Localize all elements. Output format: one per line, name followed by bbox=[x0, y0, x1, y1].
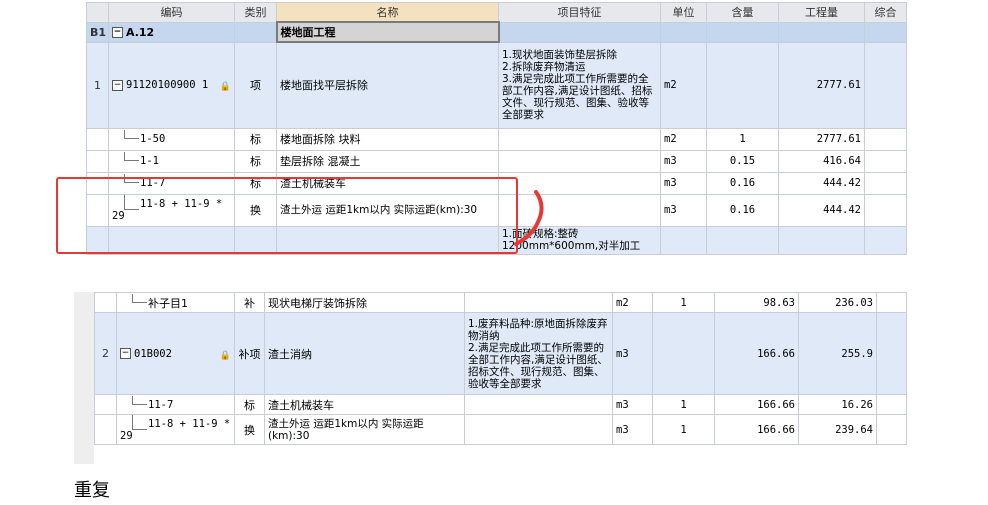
header-name[interactable]: 名称 bbox=[276, 2, 499, 23]
caption-text: 重复 bbox=[74, 480, 110, 501]
sub-type[interactable]: 补 bbox=[234, 292, 265, 313]
sub-qty[interactable]: 416.64 bbox=[778, 149, 865, 173]
item-type-cell[interactable]: 项 bbox=[234, 41, 277, 129]
item-name-cell[interactable]: 楼地面找平层拆除 bbox=[276, 41, 499, 129]
sub-row[interactable]: 1-1 标 垫层拆除 混凝土 m3 0.15 416.64 bbox=[86, 149, 907, 173]
annotation-stroke bbox=[514, 190, 544, 246]
sub-unit[interactable]: m3 bbox=[660, 171, 707, 195]
sub-unit[interactable]: m3 bbox=[660, 149, 707, 173]
sub-code[interactable]: 补子目1 bbox=[120, 297, 188, 310]
sub-content[interactable]: 1 bbox=[652, 414, 715, 445]
lock-icon: 🔒 bbox=[219, 350, 231, 361]
header-code[interactable]: 编码 bbox=[108, 2, 235, 23]
sub-qty[interactable]: 166.66 bbox=[714, 414, 799, 445]
sub-type[interactable]: 标 bbox=[234, 149, 277, 173]
item-name-cell[interactable]: 渣土消纳 bbox=[264, 312, 465, 395]
sub-qty[interactable]: 166.66 bbox=[714, 394, 799, 415]
sub-content[interactable]: 0.16 bbox=[706, 171, 779, 195]
group-name-cell[interactable]: 楼地面工程 bbox=[275, 21, 500, 43]
item-unit-cell[interactable]: m3 bbox=[612, 312, 653, 395]
bottom-grid: 补子目1 补 现状电梯厅装饰拆除 m2 1 98.63 236.03 2 🔒 −… bbox=[94, 292, 907, 445]
sub-name[interactable]: 现状电梯厅装饰拆除 bbox=[264, 292, 465, 313]
item-qty-cell[interactable]: 2777.61 bbox=[778, 41, 865, 129]
item-qty-cell[interactable]: 166.66 bbox=[714, 312, 799, 395]
sub-unit[interactable]: m3 bbox=[612, 414, 653, 445]
sub-unit[interactable]: m3 bbox=[660, 193, 707, 227]
collapse-icon[interactable]: − bbox=[112, 27, 123, 38]
sub-content[interactable]: 0.16 bbox=[706, 193, 779, 227]
sub-content[interactable]: 0.15 bbox=[706, 149, 779, 173]
sub-row[interactable]: 11-7 标 渣土机械装车 m3 1 166.66 16.26 bbox=[94, 394, 907, 415]
collapse-icon[interactable]: − bbox=[120, 348, 131, 359]
sub-unit[interactable]: m3 bbox=[612, 394, 653, 415]
highlight-box bbox=[56, 177, 518, 254]
sub-content[interactable]: 1 bbox=[706, 127, 779, 151]
sub-code[interactable]: 11-8 + 11-9 * 29 bbox=[120, 418, 230, 442]
item-feature-cell[interactable]: 1.废弃料品种:原地面拆除废弃物消纳 2.满足完成此项工作所需要的全部工作内容,… bbox=[464, 312, 613, 395]
sub-qty[interactable]: 98.63 bbox=[714, 292, 799, 313]
sub-row[interactable]: 1-50 标 楼地面拆除 块料 m2 1 2777.61 bbox=[86, 127, 907, 151]
sub-total[interactable]: 236.03 bbox=[798, 292, 877, 313]
collapse-icon[interactable]: − bbox=[112, 79, 123, 91]
sub-row[interactable]: 补子目1 补 现状电梯厅装饰拆除 m2 1 98.63 236.03 bbox=[94, 292, 907, 313]
item-feature-cell[interactable]: 1.现状地面装饰垫层拆除 2.拆除废弃物清运 3.满足完成此项工作所需要的全部工… bbox=[498, 41, 661, 129]
sub-qty[interactable]: 2777.61 bbox=[778, 127, 865, 151]
sub-qty[interactable]: 444.42 bbox=[778, 193, 865, 227]
sub-code[interactable]: 1-50 bbox=[112, 133, 165, 145]
item-total-cell[interactable]: 255.9 bbox=[798, 312, 877, 395]
header-feature[interactable]: 项目特征 bbox=[498, 2, 661, 23]
sub-code[interactable]: 1-1 bbox=[112, 155, 159, 167]
item-row-2[interactable]: 2 🔒 −01B002 补项 渣土消纳 1.废弃料品种:原地面拆除废弃物消纳 2… bbox=[94, 312, 907, 395]
sub-name[interactable]: 渣土机械装车 bbox=[264, 394, 465, 415]
sub-total[interactable]: 239.64 bbox=[798, 414, 877, 445]
item-code-cell[interactable]: 🔒 −91120100900 1 bbox=[108, 41, 235, 129]
row-number: B1 bbox=[86, 21, 109, 43]
sub-name[interactable]: 楼地面拆除 块料 bbox=[276, 127, 499, 151]
header-unit[interactable]: 单位 bbox=[660, 2, 707, 23]
group-code-cell[interactable]: − A.12 bbox=[108, 21, 235, 43]
sub-unit[interactable]: m2 bbox=[612, 292, 653, 313]
sub-code[interactable]: 11-7 bbox=[120, 399, 173, 411]
item-row-1[interactable]: 1 🔒 −91120100900 1 项 楼地面找平层拆除 1.现状地面装饰垫层… bbox=[86, 41, 907, 129]
sub-type[interactable]: 标 bbox=[234, 127, 277, 151]
row-number: 1 bbox=[86, 41, 109, 129]
sub-type[interactable]: 标 bbox=[234, 394, 265, 415]
sub-content[interactable]: 1 bbox=[652, 394, 715, 415]
header-content[interactable]: 含量 bbox=[706, 2, 779, 23]
item-unit-cell[interactable]: m2 bbox=[660, 41, 707, 129]
sub-name[interactable]: 垫层拆除 混凝土 bbox=[276, 149, 499, 173]
sub-type[interactable]: 换 bbox=[234, 414, 265, 445]
item-type-cell[interactable]: 补项 bbox=[234, 312, 265, 395]
sub-total[interactable]: 16.26 bbox=[798, 394, 877, 415]
header-total[interactable]: 综合 bbox=[864, 2, 907, 23]
header-row: 编码 类别 名称 项目特征 单位 含量 工程量 综合 bbox=[86, 2, 907, 23]
lock-icon: 🔒 bbox=[219, 82, 231, 92]
group-row-b1[interactable]: B1 − A.12 楼地面工程 bbox=[86, 21, 907, 43]
grid-margin bbox=[74, 292, 94, 464]
sub-unit[interactable]: m2 bbox=[660, 127, 707, 151]
row-number: 2 bbox=[94, 312, 117, 395]
sub-content[interactable]: 1 bbox=[652, 292, 715, 313]
sub-row[interactable]: 11-8 + 11-9 * 29 换 渣土外运 运距1km以内 实际运距(km)… bbox=[94, 414, 907, 445]
sub-qty[interactable]: 444.42 bbox=[778, 171, 865, 195]
sub-name[interactable]: 渣土外运 运距1km以内 实际运距(km):30 bbox=[264, 414, 465, 445]
item-code-cell[interactable]: 🔒 −01B002 bbox=[116, 312, 235, 395]
header-qty[interactable]: 工程量 bbox=[778, 2, 865, 23]
header-type[interactable]: 类别 bbox=[234, 2, 277, 23]
